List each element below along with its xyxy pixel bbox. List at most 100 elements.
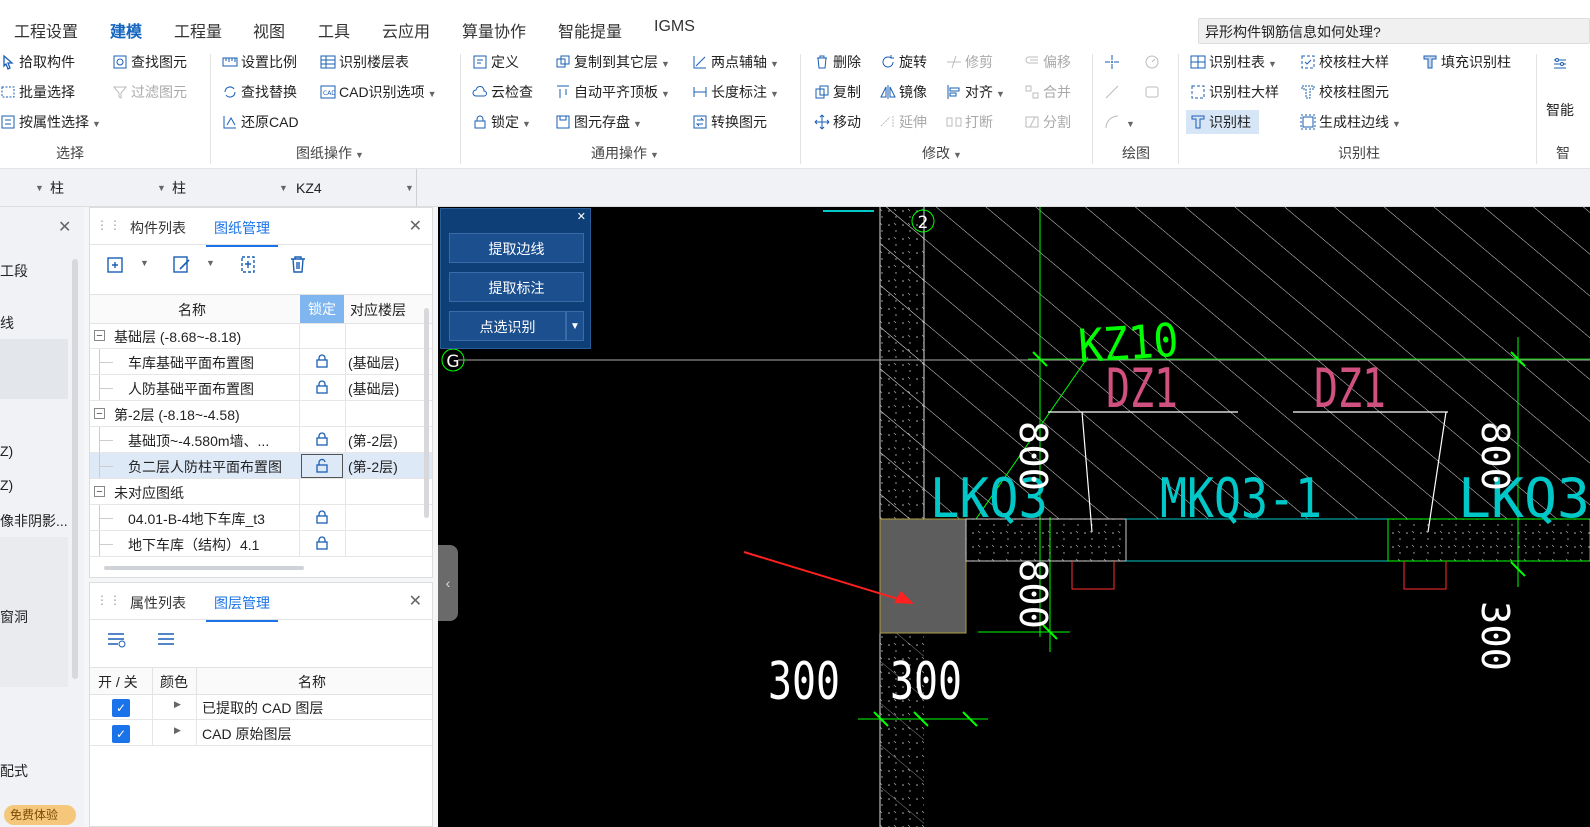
type-combo[interactable]: 柱 ▼ — [50, 177, 166, 199]
tree-group-row[interactable]: − 未对应图纸 — [90, 479, 432, 505]
delete-drawing-icon[interactable] — [286, 252, 310, 276]
layer-row[interactable]: ✓ ▶ CAD 原始图层 — [90, 720, 432, 746]
close-icon[interactable]: ✕ — [409, 591, 422, 611]
nav-item[interactable]: 窗洞 — [0, 607, 28, 627]
lock-button[interactable]: 锁定 ▼ — [472, 110, 531, 134]
two-point-axis-button[interactable]: 两点辅轴 ▼ — [692, 50, 779, 74]
menu-cloud[interactable]: 云应用 — [382, 18, 430, 42]
cad-canvas[interactable]: G 2 KZ10 DZ1 DZ1 LKQ3 MKQ3-1 LKQ3 300 30… — [438, 207, 1590, 827]
convert-element-button[interactable]: 转换图元 — [692, 110, 767, 134]
draw-line-button[interactable] — [1104, 80, 1123, 104]
lock-icon[interactable] — [301, 428, 343, 455]
merge-button[interactable]: 合并 — [1024, 80, 1071, 104]
expand-arrow-icon[interactable]: ▶ — [174, 725, 181, 736]
menu-view[interactable]: 视图 — [253, 18, 285, 42]
layer-row[interactable]: ✓ ▶ 已提取的 CAD 图层 — [90, 694, 432, 720]
collapse-icon[interactable]: − — [94, 408, 105, 420]
split-button[interactable]: 分割 — [1024, 110, 1071, 134]
check-col-element-button[interactable]: 校核柱图元 — [1300, 80, 1389, 104]
align-button[interactable]: 对齐 ▼ — [946, 80, 1005, 104]
menu-quantity[interactable]: 工程量 — [174, 18, 222, 42]
draw-point-button[interactable] — [1104, 50, 1123, 74]
point-identify-dropdown[interactable]: ▼ — [566, 311, 584, 341]
draw-rect-button[interactable] — [1144, 80, 1163, 104]
collapse-icon[interactable]: − — [94, 330, 105, 342]
smart-icon-button[interactable] — [1552, 52, 1571, 76]
tree-group-row[interactable]: − 基础层 (-8.68~-8.18) — [90, 323, 432, 349]
identify-col-table-button[interactable]: 识别柱表 ▼ — [1190, 50, 1277, 74]
layer-visibility-checkbox[interactable]: ✓ — [112, 699, 130, 717]
move-button[interactable]: 移动 — [814, 110, 861, 134]
set-scale-button[interactable]: 设置比例 — [222, 50, 297, 74]
select-by-attr-button[interactable]: 按属性选择 ▼ — [0, 110, 101, 134]
menu-smart-extract[interactable]: 智能提量 — [558, 18, 622, 42]
table-row[interactable]: 车库基础平面布置图 (基础层) — [90, 349, 432, 375]
lock-icon[interactable] — [301, 376, 343, 403]
filter-element-button[interactable]: 过滤图元 — [112, 80, 187, 104]
extract-label-button[interactable]: 提取标注 — [449, 272, 584, 302]
restore-cad-button[interactable]: 还原CAD — [222, 110, 299, 134]
break-button[interactable]: 打断 — [946, 110, 993, 134]
tab-layer-management[interactable]: 图层管理 — [206, 593, 278, 622]
find-replace-button[interactable]: 查找替换 — [222, 80, 297, 104]
layer-show-icon[interactable] — [104, 627, 128, 651]
close-icon[interactable]: ✕ — [58, 217, 71, 237]
length-dim-button[interactable]: 长度标注 ▼ — [692, 80, 779, 104]
copy-to-floor-button[interactable]: 复制到其它层 ▼ — [555, 50, 670, 74]
table-row[interactable]: 地下车库（结构）4.1 — [90, 531, 432, 557]
draw-rotate-point-button[interactable] — [1144, 50, 1163, 74]
help-search-input[interactable]: 异形构件钢筋信息如何处理? — [1198, 18, 1590, 44]
nav-item[interactable]: 像非阴影... — [0, 511, 68, 531]
drag-handle-icon[interactable]: ⋮⋮ — [96, 593, 122, 607]
nav-item[interactable]: 线 — [0, 313, 14, 333]
lock-icon[interactable] — [301, 350, 343, 377]
close-icon[interactable]: ✕ — [577, 210, 586, 223]
unlock-icon[interactable] — [301, 454, 343, 478]
mirror-button[interactable]: 镜像 — [880, 80, 927, 104]
layer-hide-icon[interactable] — [154, 627, 178, 651]
add-drawing-icon[interactable] — [104, 252, 128, 276]
find-element-button[interactable]: 查找图元 — [112, 50, 187, 74]
table-row[interactable]: 负二层人防柱平面布置图 (第-2层) — [90, 453, 432, 479]
pick-component-button[interactable]: 拾取构件 — [0, 50, 75, 74]
nav-item[interactable]: Z) — [0, 477, 13, 493]
lock-icon[interactable] — [301, 532, 343, 559]
delete-button[interactable]: 删除 — [814, 50, 861, 74]
edit-drawing-icon[interactable] — [170, 252, 194, 276]
floor-combo[interactable]: ▼ — [0, 177, 44, 199]
subtype-combo[interactable]: 柱 ▼ — [172, 177, 288, 199]
column-header-lock[interactable]: 锁定 — [300, 295, 344, 323]
nav-item[interactable]: Z) — [0, 443, 13, 459]
table-row[interactable]: 人防基础平面布置图 (基础层) — [90, 375, 432, 401]
batch-select-button[interactable]: 批量选择 — [0, 80, 75, 104]
expand-arrow-icon[interactable]: ▶ — [174, 699, 181, 710]
auto-align-top-button[interactable]: 自动平齐顶板 ▼ — [555, 80, 670, 104]
tab-property-list[interactable]: 属性列表 — [130, 593, 186, 613]
tree-group-row[interactable]: − 第-2层 (-8.18~-4.58) — [90, 401, 432, 427]
free-trial-badge[interactable]: 免费体验 — [4, 805, 76, 825]
cloud-check-button[interactable]: 云检查 — [472, 80, 533, 104]
layer-visibility-checkbox[interactable]: ✓ — [112, 725, 130, 743]
tab-component-list[interactable]: 构件列表 — [130, 218, 186, 238]
horizontal-scrollbar[interactable] — [104, 566, 304, 570]
define-button[interactable]: 定义 — [472, 50, 519, 74]
drag-handle-icon[interactable]: ⋮⋮ — [96, 218, 122, 232]
check-col-detail-button[interactable]: 校核柱大样 — [1300, 50, 1389, 74]
extract-edge-button[interactable]: 提取边线 — [449, 233, 584, 263]
menu-igms[interactable]: IGMS — [654, 18, 695, 36]
table-row[interactable]: 04.01-B-4地下车库_t3 — [90, 505, 432, 531]
trim-button[interactable]: 修剪 — [946, 50, 993, 74]
rotate-button[interactable]: 旋转 — [880, 50, 927, 74]
gen-col-edge-button[interactable]: 生成柱边线 ▼ — [1300, 110, 1401, 134]
identify-col-detail-button[interactable]: 识别柱大样 — [1190, 80, 1279, 104]
selected-column[interactable] — [879, 518, 967, 634]
copy-button[interactable]: 复制 — [814, 80, 861, 104]
draw-arc-button[interactable]: ▼ — [1104, 110, 1135, 134]
table-row[interactable]: 基础顶~-4.580m墙、... (第-2层) — [90, 427, 432, 453]
chevron-down-icon[interactable]: ▼ — [206, 258, 215, 268]
save-element-button[interactable]: 图元存盘 ▼ — [555, 110, 642, 134]
split-drawing-icon[interactable] — [236, 252, 260, 276]
menu-collab[interactable]: 算量协作 — [462, 18, 526, 42]
menu-project-settings[interactable]: 工程设置 — [14, 18, 78, 42]
component-combo[interactable]: KZ4 ▼ — [296, 177, 414, 199]
